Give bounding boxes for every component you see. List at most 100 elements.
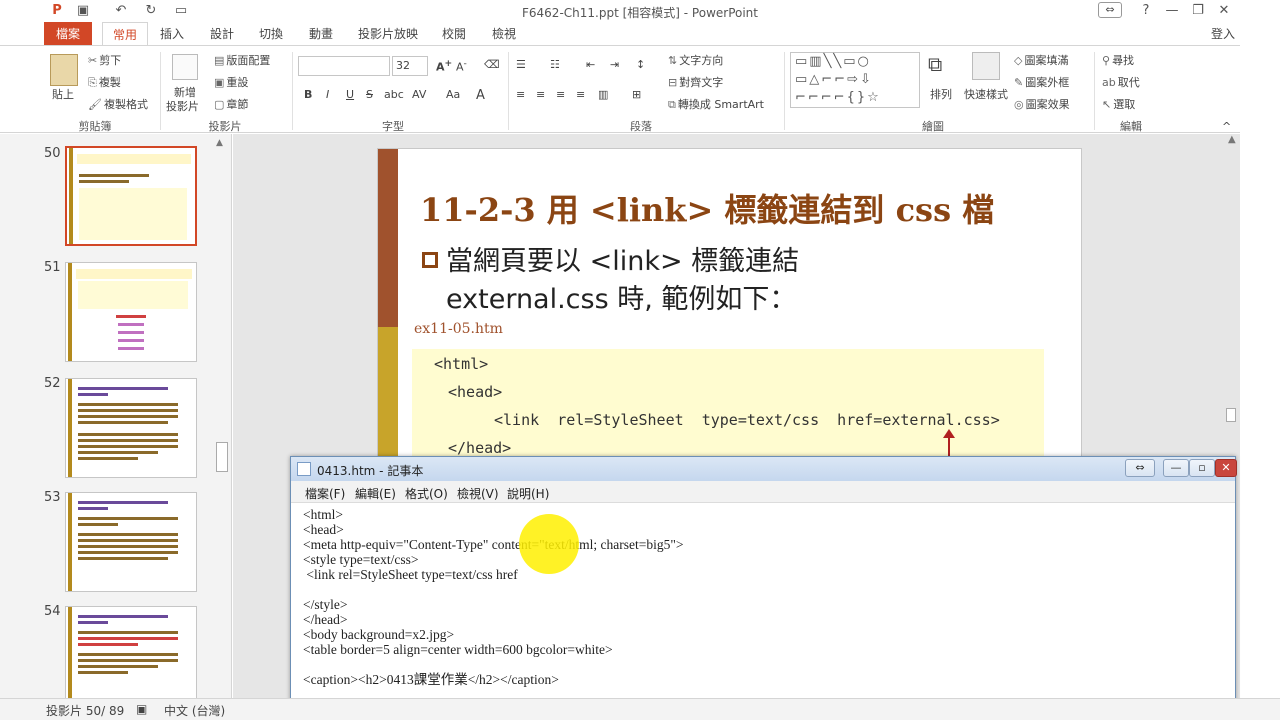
notepad-line: [303, 582, 1233, 597]
shape-outline-button[interactable]: 圖案外框: [1025, 76, 1069, 89]
menu-view[interactable]: 檢視(V): [457, 485, 499, 502]
reset-button[interactable]: 重設: [226, 76, 248, 89]
shapes-gallery[interactable]: ▭▥╲╲▭○ ▭△⌐⌐⇨⇩ ⌐⌐⌐⌐{}☆: [790, 52, 920, 108]
slide-scrollbar-thumb[interactable]: [1226, 408, 1236, 422]
font-color-icon[interactable]: A: [476, 88, 485, 103]
notepad-title-bar[interactable]: 0413.htm - 記事本 ⇔ — ▫ ✕: [291, 457, 1237, 481]
tab-review[interactable]: 校閱: [434, 22, 474, 46]
slide-counter: 投影片 50/ 89: [46, 704, 125, 718]
window-title: F6462-Ch11.ppt [相容模式] - PowerPoint: [522, 6, 758, 20]
np-close-icon[interactable]: ✕: [1215, 459, 1237, 477]
paste-icon[interactable]: [50, 54, 78, 86]
minimize-icon[interactable]: —: [1160, 1, 1184, 21]
grow-font-icon[interactable]: A+: [436, 58, 452, 74]
shape-effects-button[interactable]: 圖案效果: [1026, 98, 1070, 111]
signin-link[interactable]: 登入: [1208, 22, 1238, 46]
tab-file[interactable]: 檔案: [44, 22, 92, 46]
menu-help[interactable]: 說明(H): [507, 485, 549, 502]
cut-button[interactable]: 剪下: [99, 54, 121, 67]
menu-edit[interactable]: 編輯(E): [355, 485, 396, 502]
help-icon[interactable]: ?: [1134, 1, 1158, 21]
menu-file[interactable]: 檔案(F): [305, 485, 345, 502]
change-case-icon[interactable]: Aa: [446, 88, 460, 101]
slide-thumbnail[interactable]: [65, 492, 197, 592]
slide-bullet-text[interactable]: 當網頁要以 <link> 標籤連結 external.css 時, 範例如下：: [446, 243, 1046, 319]
np-minimize-icon[interactable]: —: [1163, 459, 1189, 477]
tab-view[interactable]: 檢視: [484, 22, 524, 46]
increase-indent-icon[interactable]: ⇥: [610, 58, 619, 71]
numbering-icon[interactable]: ☷: [550, 58, 560, 71]
find-button[interactable]: 尋找: [1112, 54, 1134, 67]
text-direction-button[interactable]: 文字方向: [679, 54, 723, 67]
slide-thumbnail[interactable]: [65, 606, 197, 706]
quick-styles-button[interactable]: 快速樣式: [964, 86, 1008, 102]
arrange-icon[interactable]: ⧉: [928, 52, 954, 78]
justify-icon[interactable]: ≡: [576, 88, 585, 101]
format-painter-button[interactable]: 複製格式: [104, 98, 148, 111]
shrink-font-icon[interactable]: A-: [456, 58, 467, 74]
language-indicator[interactable]: 中文 (台灣): [164, 702, 225, 719]
slide-thumbnail[interactable]: [65, 146, 197, 246]
layout-icon: ▤: [214, 54, 225, 67]
collapse-ribbon-icon[interactable]: ^: [1222, 120, 1231, 133]
tab-insert[interactable]: 插入: [152, 22, 192, 46]
columns-icon[interactable]: ▥: [598, 88, 608, 101]
close-icon[interactable]: ✕: [1212, 1, 1236, 21]
char-spacing-2-icon[interactable]: AV: [412, 88, 426, 101]
bullets-icon[interactable]: ☰: [516, 58, 526, 71]
notepad-line: </head>: [303, 612, 348, 627]
ribbon-display-icon[interactable]: ⇔: [1098, 2, 1122, 18]
bold-icon[interactable]: B: [304, 88, 312, 101]
notepad-text-area[interactable]: <html> <head> <meta http-equiv="Content-Ty…: [303, 507, 1233, 717]
select-button[interactable]: 選取: [1113, 98, 1135, 111]
thumbnail-number: 54: [44, 604, 61, 619]
align-text-button[interactable]: 對齊文字: [679, 76, 723, 89]
line-spacing-icon[interactable]: ↕: [636, 58, 645, 71]
restore-icon[interactable]: ❐: [1186, 1, 1210, 21]
new-slide-icon[interactable]: [172, 54, 198, 80]
paragraph-dialog-icon[interactable]: ⊞: [632, 88, 641, 101]
scrollbar-thumb[interactable]: [216, 442, 228, 472]
clipboard-group-label: 剪貼簿: [78, 120, 112, 133]
strikethrough-icon[interactable]: S: [366, 88, 373, 101]
align-right-icon[interactable]: ≡: [556, 88, 565, 101]
slide-thumbnail[interactable]: [65, 262, 197, 362]
align-left-icon[interactable]: ≡: [516, 88, 525, 101]
notepad-line: [303, 657, 1233, 672]
clear-format-icon[interactable]: ⌫: [484, 58, 500, 71]
spellcheck-icon[interactable]: ▣: [136, 702, 147, 716]
scroll-up-icon[interactable]: ▲: [1228, 134, 1236, 145]
np-maximize-icon[interactable]: ▫: [1189, 459, 1215, 477]
notepad-window[interactable]: 0413.htm - 記事本 ⇔ — ▫ ✕ 檔案(F) 編輯(E) 格式(O)…: [290, 456, 1237, 720]
font-size-dropdown[interactable]: 32: [392, 56, 428, 76]
decrease-indent-icon[interactable]: ⇤: [586, 58, 595, 71]
align-center-icon[interactable]: ≡: [536, 88, 545, 101]
replace-button[interactable]: 取代: [1118, 76, 1140, 89]
tab-design[interactable]: 設計: [202, 22, 242, 46]
resize-icon[interactable]: ⇔: [1125, 459, 1155, 477]
slide-thumbnail[interactable]: [65, 378, 197, 478]
notepad-menubar: 檔案(F) 編輯(E) 格式(O) 檢視(V) 說明(H): [291, 481, 1235, 503]
paste-button[interactable]: 貼上: [52, 86, 74, 102]
tab-home[interactable]: 常用: [102, 22, 148, 47]
tab-transitions[interactable]: 切換: [251, 22, 291, 46]
slide-title[interactable]: 11-2-3 用 <link> 標籤連結到 css 檔: [420, 185, 994, 231]
new-slide-button-line2[interactable]: 投影片: [166, 98, 199, 114]
convert-smartart-button[interactable]: 轉換成 SmartArt: [678, 98, 764, 111]
italic-icon[interactable]: I: [326, 88, 329, 101]
char-spacing-icon[interactable]: abc: [384, 88, 404, 101]
shape-fill-button[interactable]: 圖案填滿: [1024, 54, 1068, 67]
copy-button[interactable]: 複製: [99, 76, 121, 89]
quick-styles-icon[interactable]: [972, 52, 1000, 80]
notepad-line: <meta http-equiv="Content-Type" content=…: [303, 537, 684, 552]
menu-format[interactable]: 格式(O): [405, 485, 448, 502]
scroll-up-icon[interactable]: ▲: [216, 138, 228, 148]
thumbnail-scrollbar[interactable]: ▲: [214, 134, 230, 698]
layout-button[interactable]: 版面配置: [226, 54, 270, 67]
arrange-button[interactable]: 排列: [930, 86, 952, 102]
section-button[interactable]: 章節: [226, 98, 248, 111]
tab-slideshow[interactable]: 投影片放映: [352, 22, 424, 46]
underline-icon[interactable]: U: [346, 88, 354, 101]
tab-animations[interactable]: 動畫: [301, 22, 341, 46]
font-name-dropdown[interactable]: [298, 56, 390, 76]
